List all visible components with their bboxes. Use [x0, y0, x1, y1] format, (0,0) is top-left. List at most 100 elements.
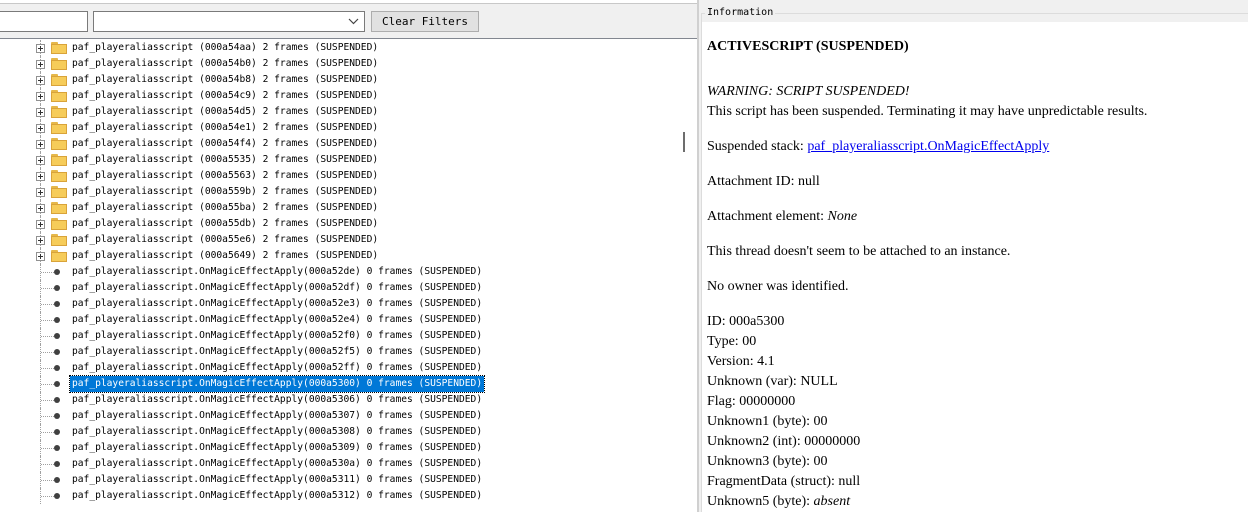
- filter-type-dropdown[interactable]: [93, 11, 365, 32]
- tree-item[interactable]: paf_playeraliasscript.OnMagicEffectApply…: [0, 344, 680, 360]
- tree-item[interactable]: paf_playeraliasscript.OnMagicEffectApply…: [0, 392, 680, 408]
- tree-item[interactable]: paf_playeraliasscript (000a54e1) 2 frame…: [0, 120, 680, 136]
- field-value: 00: [813, 454, 828, 469]
- field-row: Flag: 00000000: [707, 392, 795, 412]
- tree-item-label: paf_playeraliasscript.OnMagicEffectApply…: [72, 474, 483, 485]
- bullet-icon: [54, 349, 60, 355]
- folder-icon: [51, 170, 67, 182]
- tree-connector: [41, 480, 54, 481]
- tree-item[interactable]: paf_playeraliasscript.OnMagicEffectApply…: [0, 375, 680, 393]
- expand-plus-icon[interactable]: [36, 172, 45, 181]
- tree-item[interactable]: paf_playeraliasscript.OnMagicEffectApply…: [0, 424, 680, 440]
- suspended-stack-label: Suspended stack:: [707, 139, 808, 154]
- bullet-icon: [54, 493, 60, 499]
- info-heading: ACTIVESCRIPT (SUSPENDED): [707, 39, 909, 54]
- tree-item[interactable]: paf_playeraliasscript (000a559b) 2 frame…: [0, 184, 680, 200]
- field-row: Type: 00: [707, 332, 756, 352]
- tree-item[interactable]: paf_playeraliasscript (000a55e6) 2 frame…: [0, 232, 680, 248]
- tree-item[interactable]: paf_playeraliasscript (000a54b8) 2 frame…: [0, 72, 680, 88]
- expand-plus-icon[interactable]: [36, 92, 45, 101]
- tree-item-label: paf_playeraliasscript (000a5563) 2 frame…: [72, 170, 379, 181]
- tree-item-label: paf_playeraliasscript (000a54e1) 2 frame…: [72, 122, 379, 133]
- field-label: Unknown (var):: [707, 374, 801, 389]
- tree-connector: [41, 272, 54, 273]
- tree-connector: [41, 400, 54, 401]
- tree-item[interactable]: paf_playeraliasscript.OnMagicEffectApply…: [0, 264, 680, 280]
- bullet-icon: [54, 317, 60, 323]
- tree-connector: [41, 432, 54, 433]
- tree-item[interactable]: paf_playeraliasscript.OnMagicEffectApply…: [0, 488, 680, 504]
- tree-item[interactable]: paf_playeraliasscript (000a54aa) 2 frame…: [0, 40, 680, 56]
- folder-icon: [51, 154, 67, 166]
- field-value: NULL: [800, 374, 838, 389]
- tree-item[interactable]: paf_playeraliasscript (000a55ba) 2 frame…: [0, 200, 680, 216]
- tree-item[interactable]: paf_playeraliasscript (000a5535) 2 frame…: [0, 152, 680, 168]
- folder-icon: [51, 218, 67, 230]
- expand-plus-icon[interactable]: [36, 108, 45, 117]
- tree-item[interactable]: paf_playeraliasscript.OnMagicEffectApply…: [0, 296, 680, 312]
- field-row: Unknown1 (byte): 00: [707, 412, 828, 432]
- tree-item-label: paf_playeraliasscript.OnMagicEffectApply…: [72, 362, 483, 373]
- tree-connector: [41, 368, 54, 369]
- tree-item[interactable]: paf_playeraliasscript (000a54c9) 2 frame…: [0, 88, 680, 104]
- tree-connector: [41, 384, 54, 385]
- field-label: ID:: [707, 314, 730, 329]
- tree-item[interactable]: paf_playeraliasscript.OnMagicEffectApply…: [0, 280, 680, 296]
- tree-item[interactable]: paf_playeraliasscript.OnMagicEffectApply…: [0, 360, 680, 376]
- folder-icon: [51, 138, 67, 150]
- expand-plus-icon[interactable]: [36, 124, 45, 133]
- script-tree[interactable]: paf_playeraliasscript (000a54aa) 2 frame…: [0, 38, 697, 512]
- tree-item-label: paf_playeraliasscript (000a54c9) 2 frame…: [72, 90, 379, 101]
- expand-plus-icon[interactable]: [36, 220, 45, 229]
- script-tree-pane: Clear Filters paf_playeraliasscript (000…: [0, 0, 697, 512]
- owner-note: No owner was identified.: [707, 279, 849, 294]
- tree-item-label: paf_playeraliasscript.OnMagicEffectApply…: [72, 314, 483, 325]
- field-row: Unknown3 (byte): 00: [707, 452, 828, 472]
- expand-plus-icon[interactable]: [36, 204, 45, 213]
- expand-plus-icon[interactable]: [36, 140, 45, 149]
- folder-icon: [51, 122, 67, 134]
- tree-item[interactable]: paf_playeraliasscript.OnMagicEffectApply…: [0, 328, 680, 344]
- expand-plus-icon[interactable]: [36, 236, 45, 245]
- tree-connector: [41, 464, 54, 465]
- field-label: FragmentData (struct):: [707, 474, 839, 489]
- top-divider: [0, 0, 697, 4]
- bullet-icon: [54, 477, 60, 483]
- tree-connector: [41, 336, 54, 337]
- tree-item[interactable]: paf_playeraliasscript (000a55db) 2 frame…: [0, 216, 680, 232]
- field-row: FragmentData (struct): null: [707, 472, 860, 492]
- expand-plus-icon[interactable]: [36, 76, 45, 85]
- field-label: Version:: [707, 354, 758, 369]
- tree-item[interactable]: paf_playeraliasscript.OnMagicEffectApply…: [0, 440, 680, 456]
- tree-item[interactable]: paf_playeraliasscript (000a54b0) 2 frame…: [0, 56, 680, 72]
- tree-item[interactable]: paf_playeraliasscript.OnMagicEffectApply…: [0, 472, 680, 488]
- expand-plus-icon[interactable]: [36, 252, 45, 261]
- expand-plus-icon[interactable]: [36, 60, 45, 69]
- expand-plus-icon[interactable]: [36, 188, 45, 197]
- filter-text-input[interactable]: [0, 11, 88, 32]
- tree-item[interactable]: paf_playeraliasscript.OnMagicEffectApply…: [0, 456, 680, 472]
- tree-item[interactable]: paf_playeraliasscript (000a5563) 2 frame…: [0, 168, 680, 184]
- field-value: absent: [813, 494, 851, 509]
- tree-connector: [41, 448, 54, 449]
- expand-plus-icon[interactable]: [36, 156, 45, 165]
- bullet-icon: [54, 365, 60, 371]
- bullet-icon: [54, 381, 60, 387]
- field-row: ID: 000a5300: [707, 312, 784, 332]
- tree-connector: [41, 496, 54, 497]
- field-label: Unknown2 (int):: [707, 434, 805, 449]
- folder-icon: [51, 58, 67, 70]
- tree-item[interactable]: paf_playeraliasscript.OnMagicEffectApply…: [0, 312, 680, 328]
- expand-plus-icon[interactable]: [36, 44, 45, 53]
- tree-item[interactable]: paf_playeraliasscript (000a54d5) 2 frame…: [0, 104, 680, 120]
- suspended-stack-link[interactable]: paf_playeraliasscript.OnMagicEffectApply: [807, 139, 1049, 154]
- field-value: null: [838, 474, 861, 489]
- tree-item-label: paf_playeraliasscript (000a559b) 2 frame…: [72, 186, 379, 197]
- scrollbar-thumb[interactable]: [683, 132, 685, 152]
- folder-icon: [51, 186, 67, 198]
- warning-detail: This script has been suspended. Terminat…: [707, 104, 1148, 119]
- tree-item[interactable]: paf_playeraliasscript.OnMagicEffectApply…: [0, 408, 680, 424]
- clear-filters-button[interactable]: Clear Filters: [371, 11, 479, 32]
- tree-item[interactable]: paf_playeraliasscript (000a54f4) 2 frame…: [0, 136, 680, 152]
- tree-item[interactable]: paf_playeraliasscript (000a5649) 2 frame…: [0, 248, 680, 264]
